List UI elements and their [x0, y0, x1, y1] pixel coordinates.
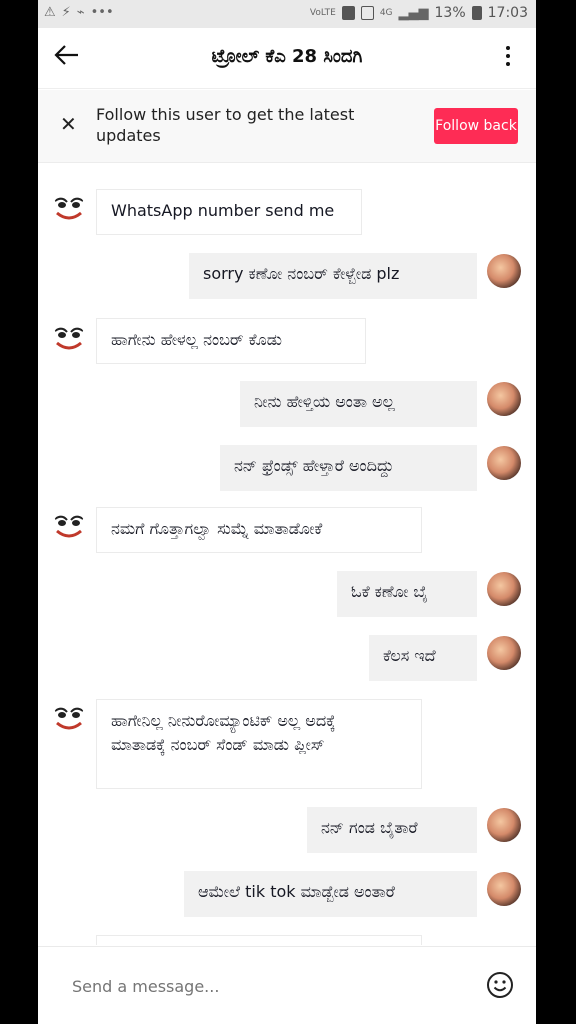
message-bubble-partial[interactable] — [96, 935, 422, 945]
signal-label: 4G — [379, 8, 393, 18]
message-bubble[interactable]: ನಮಗೆ ಗೊತ್ತಾಗಲ್ವಾ ಸುಮ್ನೆ ಮಾತಾಡೋಕೆ — [96, 507, 422, 553]
smiley-icon[interactable] — [486, 971, 514, 999]
message-bubble[interactable]: sorry ಕಣೋ ನಂಬರ್ ಕೇಳ್ಬೇಡ plz — [189, 253, 477, 299]
chat-header: ಟ್ರೋಲ್ ಕೆಎ 28 ಸಿಂದಗಿ — [38, 28, 536, 89]
avatar[interactable] — [487, 808, 521, 842]
message-list[interactable]: WhatsApp number send me sorry ಕಣೋ ನಂಬರ್ … — [38, 163, 536, 945]
status-bar: ⚠ ⚡ ⌁ ••• VoLTE 4G ▂▄▆ 13% 17:03 — [38, 0, 536, 28]
message-bubble[interactable]: ನೀನು ಹೇಳ್ತಿಯ ಅಂತಾ ಅಲ್ಲ — [240, 381, 477, 427]
status-left-icons: ⚠ ⚡ ⌁ ••• — [44, 5, 114, 20]
bolt-icon: ⚡ — [61, 5, 71, 20]
message-bubble[interactable]: ಆಮೇಲೆ tik tok ಮಾಡ್ಬೇಡ ಅಂತಾರೆ — [184, 871, 477, 917]
more-vertical-icon[interactable] — [506, 46, 512, 70]
clock: 17:03 — [487, 5, 528, 21]
follow-banner-text: Follow this user to get the latest updat… — [96, 105, 355, 145]
sim2-icon — [360, 6, 374, 20]
chat-screen: ⚠ ⚡ ⌁ ••• VoLTE 4G ▂▄▆ 13% 17:03 ಟ್ರೋಲ್ … — [38, 0, 536, 1024]
message-bubble[interactable]: WhatsApp number send me — [96, 189, 362, 235]
warning-icon: ⚠ — [44, 5, 56, 20]
signal-icon: ▂▄▆ — [398, 5, 429, 21]
sim-icon — [341, 6, 355, 20]
message-bubble[interactable]: ನನ್ ಗಂಡ ಬೈತಾರೆ — [307, 807, 477, 853]
follow-back-button[interactable]: Follow back — [434, 108, 518, 144]
avatar[interactable] — [52, 193, 86, 227]
avatar[interactable] — [487, 446, 521, 480]
battery-percent: 13% — [434, 5, 466, 21]
avatar[interactable] — [487, 636, 521, 670]
avatar[interactable] — [52, 511, 86, 545]
close-icon[interactable]: ✕ — [60, 112, 77, 136]
message-input[interactable] — [70, 969, 454, 1003]
message-bubble[interactable]: ಹಾಗೇನಿಲ್ಲ ನೀನುರೋಮ್ಯಾಂಟಿಕ್ ಅಲ್ಲ ಅದಕ್ಕೆ ಮಾ… — [96, 699, 422, 789]
battery-icon — [471, 6, 482, 20]
network-label: VoLTE — [309, 8, 336, 18]
message-bubble[interactable]: ನನ್ ಫ್ರೆಂಡ್ಸ್ ಹೇಳ್ತಾರೆ ಅಂದಿದ್ದು — [220, 445, 477, 491]
avatar[interactable] — [487, 382, 521, 416]
message-composer — [38, 946, 536, 1024]
follow-banner: ✕ Follow this user to get the latest upd… — [38, 90, 536, 163]
message-bubble[interactable]: ಕೆಲಸ ಇದೆ — [369, 635, 477, 681]
avatar[interactable] — [487, 254, 521, 288]
avatar[interactable] — [52, 323, 86, 357]
avatar[interactable] — [52, 703, 86, 737]
page-title: ಟ್ರೋಲ್ ಕೆಎ 28 ಸಿಂದಗಿ — [211, 46, 363, 67]
status-right: VoLTE 4G ▂▄▆ 13% 17:03 — [310, 5, 528, 21]
avatar[interactable] — [487, 872, 521, 906]
message-bubble[interactable]: ಓಕೆ ಕಣೋ ಬೈ — [337, 571, 477, 617]
arrow-left-icon[interactable] — [54, 42, 80, 74]
more-icon: ••• — [90, 5, 114, 20]
usb-icon: ⌁ — [76, 5, 85, 20]
message-bubble[interactable]: ಹಾಗೇನು ಹೇಳಲ್ಲ ನಂಬರ್ ಕೊಡು — [96, 318, 366, 364]
avatar[interactable] — [487, 572, 521, 606]
